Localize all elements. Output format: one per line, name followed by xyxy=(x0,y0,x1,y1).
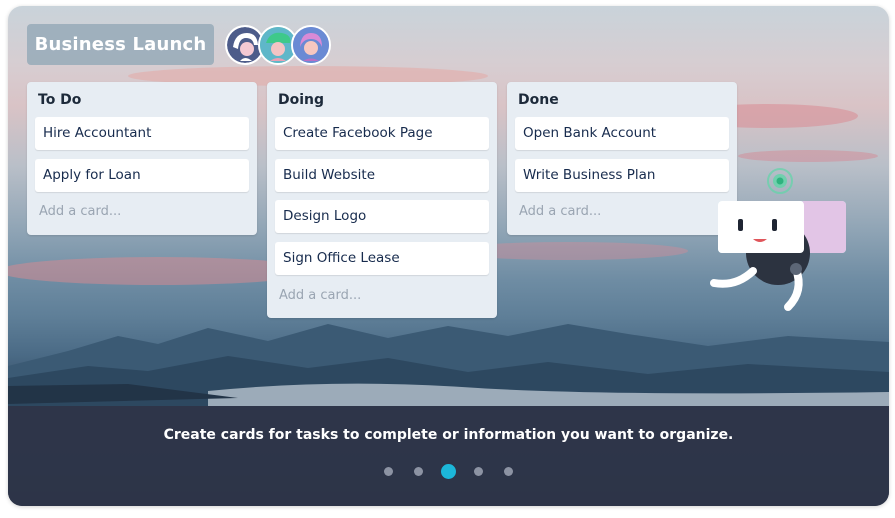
robot-mascot-icon xyxy=(710,168,846,311)
user-avatar-icon xyxy=(293,27,329,63)
card[interactable]: Apply for Loan xyxy=(35,159,249,192)
card[interactable]: Build Website xyxy=(275,159,489,192)
card[interactable]: Hire Accountant xyxy=(35,117,249,150)
carousel-dot[interactable] xyxy=(414,467,423,476)
list-title: Doing xyxy=(278,92,325,108)
carousel-dot[interactable] xyxy=(474,467,483,476)
add-card-link[interactable]: Add a card... xyxy=(519,204,601,219)
onboarding-slide: Business Launch To Do Hire Accountant Ap… xyxy=(8,6,889,506)
carousel-dot[interactable] xyxy=(384,467,393,476)
list-title: To Do xyxy=(38,92,82,108)
board-title[interactable]: Business Launch xyxy=(27,24,214,65)
add-card-link[interactable]: Add a card... xyxy=(279,288,361,303)
list-doing: Doing Create Facebook Page Build Website… xyxy=(267,82,497,318)
caption-panel xyxy=(8,406,889,506)
card[interactable]: Design Logo xyxy=(275,200,489,233)
slide-caption: Create cards for tasks to complete or in… xyxy=(163,427,734,443)
list-to-do: To Do Hire Accountant Apply for Loan Add… xyxy=(27,82,257,235)
card[interactable]: Open Bank Account xyxy=(515,117,729,150)
member-avatar[interactable] xyxy=(291,25,331,65)
carousel-dot[interactable] xyxy=(504,467,513,476)
carousel-pagination xyxy=(381,464,521,480)
list-title: Done xyxy=(518,92,559,108)
carousel-dot-active[interactable] xyxy=(441,464,456,479)
card[interactable]: Create Facebook Page xyxy=(275,117,489,150)
add-card-link[interactable]: Add a card... xyxy=(39,204,121,219)
card[interactable]: Sign Office Lease xyxy=(275,242,489,275)
card[interactable]: Write Business Plan xyxy=(515,159,729,192)
